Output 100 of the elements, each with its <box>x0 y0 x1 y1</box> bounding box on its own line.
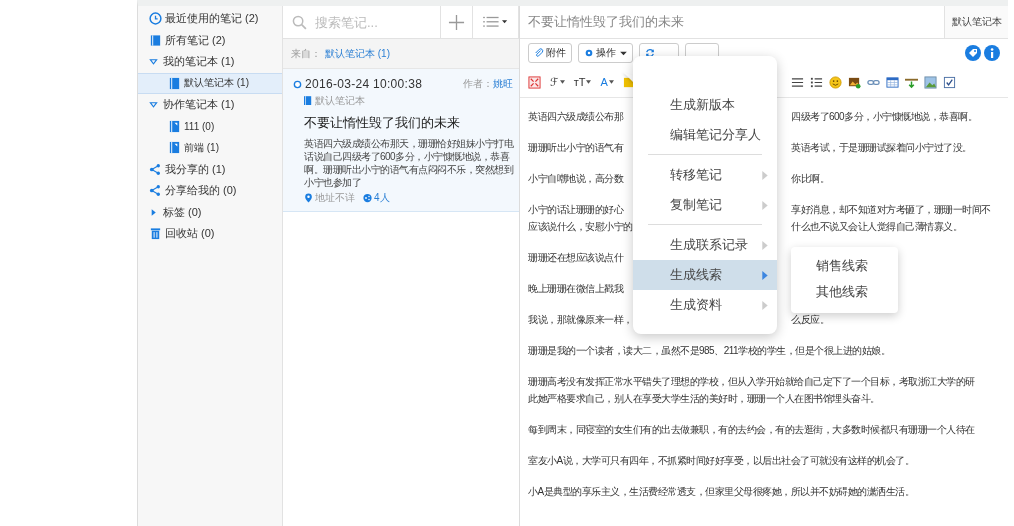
format-tool[interactable]: тT <box>573 76 592 88</box>
sidebar-item[interactable]: 我分享的 (1) <box>138 158 282 180</box>
smiley-icon[interactable] <box>829 75 842 89</box>
sidebar-item[interactable]: 所有笔记 (2) <box>138 29 282 51</box>
paragraph-text: 英语四六级成绩公布那 <box>528 110 623 124</box>
image-icon[interactable] <box>924 75 937 89</box>
info-icon[interactable] <box>984 45 1000 61</box>
submenu-item[interactable]: 其他线索 <box>791 279 898 305</box>
sidebar-label: 回收站 (0) <box>165 226 215 242</box>
paragraph-text: 小宁自嘲地说，高分数 <box>528 172 623 186</box>
paragraph-text: 室友小A说，大学可只有四年，不抓紧时间好好享受，以后出社会了可就没有这样的机会了。 <box>528 455 915 466</box>
notebook-label: 默认笔记本 (1) <box>184 76 249 91</box>
sidebar-label: 最近使用的笔记 (2) <box>165 11 259 27</box>
share-icon <box>149 162 162 176</box>
numbered-list-icon[interactable] <box>791 75 804 89</box>
notebook-item[interactable]: 默认笔记本 (1) <box>138 72 282 94</box>
filter-label: 来自： <box>291 46 321 61</box>
paragraph-text: 小A是典型的享乐主义，生活费经常透支，但家里父母很疼她，所以并不妨碍她的潇洒生活。 <box>528 486 915 497</box>
note-date: 2016-03-24 10:00:38 <box>305 77 423 91</box>
expanded-triangle-icon[interactable] <box>149 57 158 67</box>
gear-icon <box>584 48 594 58</box>
paragraph-text: 每到周末，同寝室的女生们有的出去做兼职，有的去约会，有的去逛街，大多数时候都只有珊珊一个人待在 <box>528 424 975 435</box>
submenu-arrow-icon <box>762 270 768 280</box>
paragraph-text: 享好消息，却不知道对方考砸了，珊珊一时间不 <box>791 203 991 217</box>
plus-icon <box>448 13 465 31</box>
author-link[interactable]: 姚旺 <box>493 77 513 91</box>
paragraph-text: 应该说什么，安慰小宁的 <box>528 220 633 234</box>
fullscreen-icon[interactable] <box>528 75 541 89</box>
menu-item[interactable]: 生成新版本 <box>633 90 777 120</box>
submenu-arrow-icon <box>762 240 768 250</box>
tag-icon[interactable] <box>965 45 981 61</box>
caret-icon <box>608 80 614 84</box>
menu-item[interactable]: 复制笔记 <box>633 190 777 220</box>
share-icon <box>149 184 162 198</box>
location-pin-icon <box>304 193 313 203</box>
location-text: 地址不详 <box>315 191 355 205</box>
note-title: 不要让惰性毁了我们的未来 <box>304 114 461 132</box>
caret-icon <box>620 50 627 56</box>
paragraph-text: 么反应。 <box>791 313 829 327</box>
paragraph-text: 你比啊。 <box>791 172 829 186</box>
timeline-dot-icon <box>293 79 302 89</box>
note-card[interactable]: 2016-03-24 10:00:38 作者：姚旺 默认笔记本 不要让惰性毁了我们的未来 英语四六级成绩公布那天，珊珊恰好姐妹小宁打电话说自己四级考了600多分，小宁慷慨地说，恭喜啊。珊珊听出小宁的语气有点闷闷不乐，突然想到小宁也参加了 地址不详 4人 <box>283 69 519 212</box>
paragraph-text: 我说，那就像原来一样， <box>528 313 633 327</box>
note-snippet: 英语四六级成绩公布那天，珊珊恰好姐妹小宁打电话说自己四级考了600多分，小宁慷慨地说，恭喜啊。珊珊听出小宁的语气有点闷闷不乐，突然想到小宁也参加了 <box>304 137 513 189</box>
font-color-tool[interactable]: A <box>600 76 614 88</box>
notebook-icon <box>168 76 181 90</box>
submenu-item[interactable]: 销售线索 <box>791 253 898 279</box>
image-add-icon[interactable] <box>848 75 861 89</box>
sidebar-item[interactable]: 回收站 (0) <box>138 223 282 245</box>
collapsed-triangle-icon[interactable] <box>149 207 158 217</box>
search-icon <box>292 14 307 30</box>
checkbox-icon[interactable] <box>943 75 956 89</box>
paragraph-text: 晚上珊珊在微信上戳我 <box>528 283 623 294</box>
table-icon[interactable] <box>886 75 899 89</box>
paragraph-text: 此她严格要求自己，别人在享受大学生活的美好时，珊珊一个人在图书馆埋头奋斗。 <box>528 393 880 404</box>
share-count: 4人 <box>374 191 390 205</box>
notebook-item[interactable]: 前端 (1) <box>138 137 282 159</box>
notebook-link[interactable]: 默认笔记本 (1) <box>325 46 390 61</box>
attachment-button[interactable]: 附件 <box>528 43 572 63</box>
submenu-arrow-icon <box>762 170 768 180</box>
list-view-icon <box>482 16 509 28</box>
sidebar-label: 所有笔记 (2) <box>165 32 226 48</box>
share-icon <box>363 193 372 203</box>
sidebar-item[interactable]: 分享给我的 (0) <box>138 180 282 202</box>
search-field[interactable]: 搜索笔记... <box>313 13 427 31</box>
bullet-list-icon[interactable] <box>810 75 823 89</box>
sidebar-item[interactable]: 最近使用的笔记 (2) <box>138 8 282 30</box>
notebook-name: 默认笔记本 <box>315 94 365 108</box>
sidebar-label: 我分享的 (1) <box>165 161 226 177</box>
submenu-arrow-icon <box>762 300 768 310</box>
clock-icon <box>149 12 162 26</box>
paragraph-text: 珊珊是我的一个读者，读大二，虽然不是985、211学校的学生，但是个很上进的姑娘。 <box>528 345 891 356</box>
author-label: 作者： <box>463 77 493 91</box>
submenu-arrow-icon <box>762 200 768 210</box>
notebook-button[interactable]: 默认笔记本 <box>944 6 1008 38</box>
actions-button[interactable]: 操作 <box>578 43 633 63</box>
paragraph-text: 英语考试，于是珊珊试探着问小宁过了没。 <box>791 141 972 155</box>
sidebar-item[interactable]: 协作笔记本 (1) <box>138 94 282 116</box>
paperclip-icon <box>534 48 544 58</box>
sidebar-item[interactable]: 标签 (0) <box>138 201 282 223</box>
paragraph-text: 小宁的话让珊珊的好心 <box>528 203 623 217</box>
sidebar-label: 标签 (0) <box>163 204 202 220</box>
notebook-icon <box>149 33 162 47</box>
format-tool[interactable]: ℱ <box>550 75 565 89</box>
menu-item[interactable]: 生成线索 <box>633 260 777 290</box>
notebook-label: 111 (0) <box>184 120 215 132</box>
sidebar-item[interactable]: 我的笔记本 (1) <box>138 51 282 73</box>
notebook-item[interactable]: 111 (0) <box>138 115 282 137</box>
sidebar-label: 我的笔记本 (1) <box>163 54 235 70</box>
sidebar-label: 分享给我的 (0) <box>165 183 237 199</box>
paragraph-text: 珊珊高考没有发挥正常水平错失了理想的学校，但从入学开始就给自己定下了一个目标，考取浙江大学的研 <box>528 376 975 387</box>
expanded-triangle-icon[interactable] <box>149 100 158 110</box>
paragraph-text: 珊珊还在想应该说点什 <box>528 252 623 263</box>
sidebar-label: 协作笔记本 (1) <box>163 97 235 113</box>
notebook-icon <box>304 96 312 106</box>
paragraph-text: 四级考了600多分，小宁慷慨地说，恭喜啊。 <box>791 110 978 124</box>
notebook-label: 前端 (1) <box>184 140 219 155</box>
menu-item[interactable]: 生成资料 <box>633 290 777 320</box>
paragraph-text: 珊珊听出小宁的语气有 <box>528 141 623 155</box>
menu-item[interactable]: 编辑笔记分享人 <box>633 120 777 150</box>
